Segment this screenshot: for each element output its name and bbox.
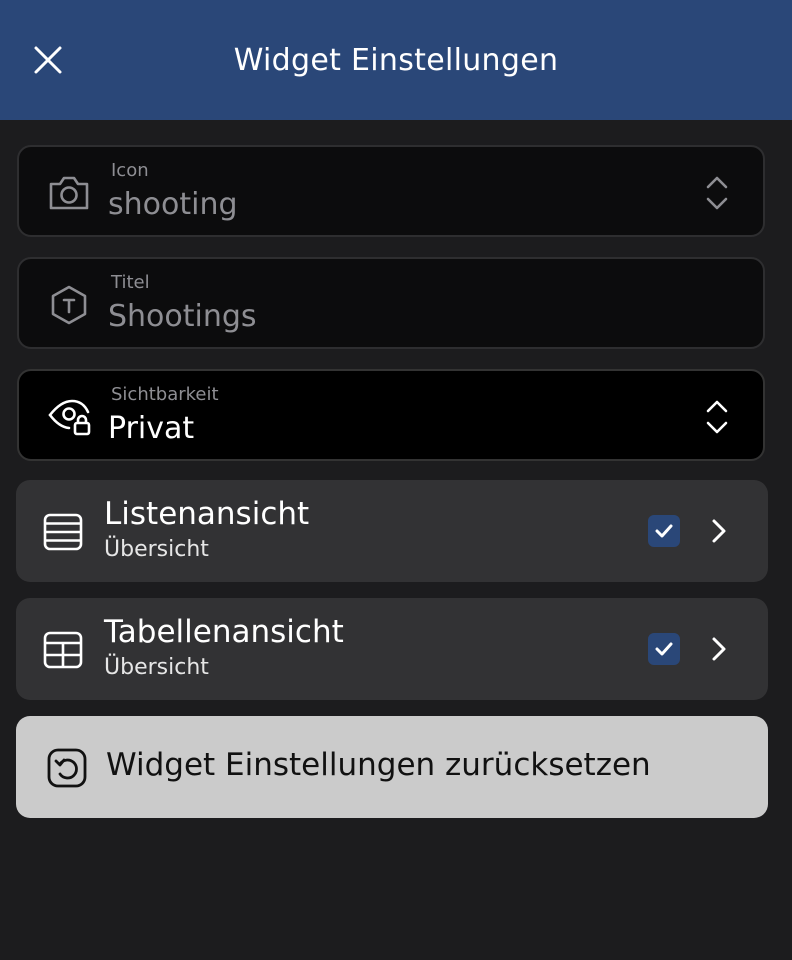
checkmark-icon [655, 642, 673, 656]
icon-field-value: shooting [108, 187, 238, 222]
reset-widget-settings-button[interactable]: Widget Einstellungen zurücksetzen [16, 716, 768, 818]
list-view-checkbox[interactable] [648, 515, 680, 547]
list-view-title: Listenansicht [104, 496, 310, 532]
table-view-subtitle: Übersicht [104, 655, 209, 680]
header-bar: Widget Einstellungen [0, 0, 792, 120]
checkmark-icon [655, 524, 673, 538]
list-view-subtitle: Übersicht [104, 537, 209, 562]
chevron-up-down-icon [706, 176, 728, 210]
chevron-right-icon[interactable] [708, 635, 730, 663]
list-view-row[interactable]: Listenansicht Übersicht [16, 480, 768, 582]
table-icon [43, 631, 83, 669]
title-hexagon-icon [51, 285, 87, 325]
title-field[interactable]: Titel Shootings [17, 257, 765, 349]
reset-icon [47, 748, 87, 788]
reset-button-label: Widget Einstellungen zurücksetzen [106, 747, 651, 783]
icon-field-label: Icon [111, 160, 149, 181]
camera-icon [49, 176, 89, 210]
list-icon [43, 513, 83, 551]
icon-select-field[interactable]: Icon shooting [17, 145, 765, 237]
table-view-row[interactable]: Tabellenansicht Übersicht [16, 598, 768, 700]
title-field-label: Titel [111, 272, 150, 293]
close-icon[interactable] [28, 40, 68, 80]
visibility-field-value: Privat [108, 411, 195, 446]
chevron-up-down-icon [706, 400, 728, 434]
title-field-value: Shootings [108, 299, 257, 334]
eye-lock-icon [48, 399, 91, 436]
table-view-checkbox[interactable] [648, 633, 680, 665]
page-title: Widget Einstellungen [233, 42, 559, 78]
visibility-select-field[interactable]: Sichtbarkeit Privat [17, 369, 765, 461]
chevron-right-icon[interactable] [708, 517, 730, 545]
visibility-field-label: Sichtbarkeit [111, 384, 219, 405]
table-view-title: Tabellenansicht [104, 614, 344, 650]
